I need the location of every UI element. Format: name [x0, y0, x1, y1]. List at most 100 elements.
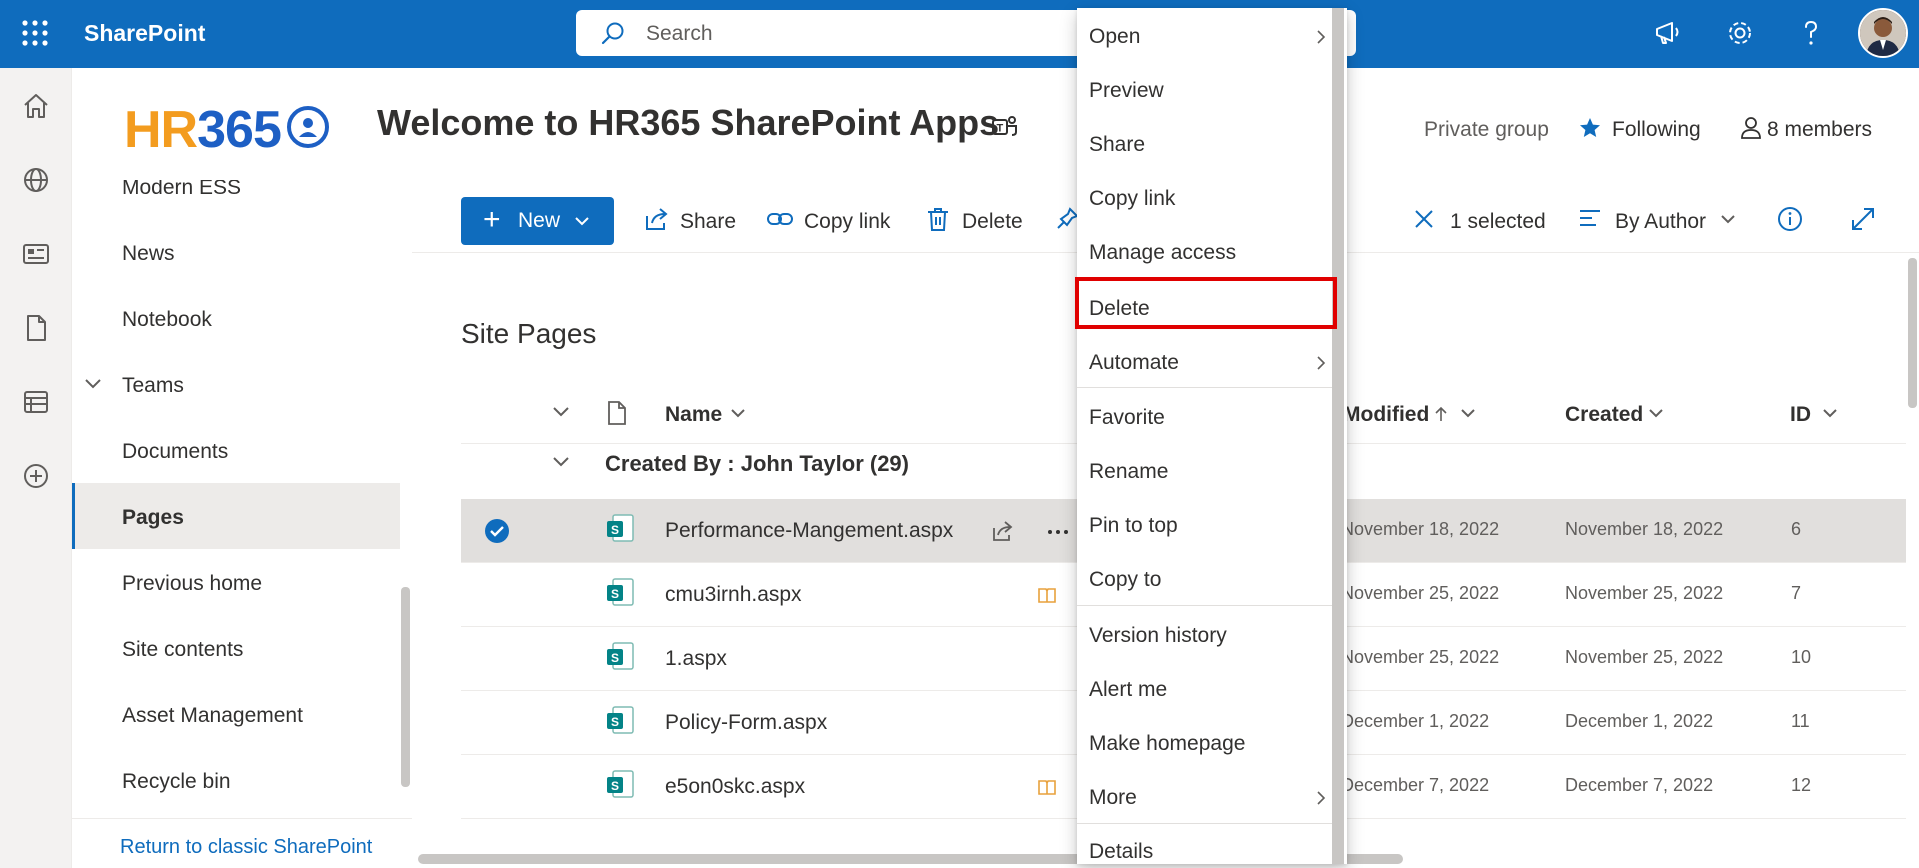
item-id: 6 [1791, 519, 1802, 539]
menu-item-version-history[interactable]: Version history [1089, 624, 1227, 648]
column-header-modified[interactable]: Modified [1343, 403, 1429, 427]
checked-out-book-icon [1038, 780, 1056, 795]
item-id: 12 [1791, 775, 1812, 795]
help-icon[interactable] [1795, 17, 1827, 49]
person-icon [1741, 117, 1761, 139]
file-name[interactable]: cmu3irnh.aspx [665, 583, 802, 607]
close-icon[interactable] [1413, 208, 1435, 230]
menu-item-make-homepage[interactable]: Make homepage [1089, 732, 1245, 756]
nav-item-teams[interactable]: Teams [122, 374, 184, 398]
search-placeholder: Search [646, 22, 713, 45]
menu-item-favorite[interactable]: Favorite [1089, 406, 1165, 430]
svg-text:S: S [611, 779, 619, 793]
svg-text:S: S [611, 715, 619, 729]
following-button[interactable]: Following [1612, 118, 1701, 142]
new-button[interactable]: + New [461, 197, 614, 245]
home-icon[interactable] [20, 90, 52, 122]
globe-icon[interactable] [20, 164, 52, 196]
star-filled-icon[interactable] [1578, 116, 1602, 140]
menu-item-share[interactable]: Share [1089, 133, 1145, 157]
created-date: December 7, 2022 [1565, 775, 1714, 795]
nav-scrollbar[interactable] [401, 587, 410, 787]
info-icon[interactable] [1777, 206, 1803, 232]
checked-out-book-icon [1038, 588, 1056, 603]
file-name[interactable]: e5on0skc.aspx [665, 775, 805, 799]
column-header-name[interactable]: Name [665, 403, 722, 427]
nav-item-asset-management[interactable]: Asset Management [122, 704, 303, 728]
share-button[interactable]: Share [680, 210, 736, 234]
document-icon[interactable] [20, 312, 52, 344]
menu-item-copy-to[interactable]: Copy to [1089, 568, 1161, 592]
share-icon[interactable] [991, 519, 1015, 543]
nav-item-recycle-bin[interactable]: Recycle bin [122, 770, 231, 794]
menu-item-alert-me[interactable]: Alert me [1089, 678, 1167, 702]
file-name[interactable]: Policy-Form.aspx [665, 711, 827, 735]
megaphone-icon[interactable] [1652, 17, 1684, 49]
members-button[interactable]: 8 members [1767, 118, 1872, 142]
column-header-id[interactable]: ID [1790, 403, 1811, 427]
avatar[interactable] [1858, 8, 1908, 58]
menu-item-pin-to-top[interactable]: Pin to top [1089, 514, 1178, 538]
nav-item-documents[interactable]: Documents [122, 440, 228, 464]
file-name[interactable]: 1.aspx [665, 647, 727, 671]
created-date: November 25, 2022 [1565, 583, 1724, 603]
menu-item-details[interactable]: Details [1089, 840, 1153, 864]
vertical-scrollbar[interactable] [1908, 258, 1917, 408]
chevron-right-icon [1317, 30, 1326, 44]
chevron-down-icon[interactable] [1822, 408, 1838, 420]
chevron-down-icon[interactable] [84, 378, 102, 390]
chevron-down-icon[interactable] [552, 456, 570, 468]
column-header-created[interactable]: Created [1565, 403, 1643, 427]
svg-text:S: S [611, 651, 619, 665]
file-type-icon [608, 401, 626, 425]
menu-item-automate[interactable]: Automate [1089, 351, 1179, 375]
view-options-icon [1580, 210, 1600, 226]
nav-item-site-contents[interactable]: Site contents [122, 638, 243, 662]
chevron-down-icon[interactable] [730, 408, 746, 420]
view-selector[interactable]: By Author [1615, 210, 1706, 234]
news-icon[interactable] [20, 238, 52, 270]
nav-item-pages[interactable]: Pages [122, 506, 184, 530]
menu-item-rename[interactable]: Rename [1089, 460, 1168, 484]
app-brand[interactable]: SharePoint [84, 20, 205, 47]
nav-divider [72, 818, 412, 819]
logo-badge-icon [287, 106, 329, 148]
menu-item-preview[interactable]: Preview [1089, 79, 1164, 103]
context-menu-scrollbar[interactable] [1332, 8, 1344, 864]
nav-item-news[interactable]: News [122, 242, 175, 266]
checkmark-circle-icon[interactable] [484, 518, 510, 544]
copy-link-button[interactable]: Copy link [804, 210, 890, 234]
delete-button[interactable]: Delete [962, 210, 1023, 234]
nav-item-modern-ess[interactable]: Modern ESS [122, 180, 241, 200]
gear-icon[interactable] [1724, 17, 1756, 49]
menu-item-copy-link[interactable]: Copy link [1089, 187, 1175, 211]
return-to-classic-link[interactable]: Return to classic SharePoint [120, 836, 372, 859]
expand-icon[interactable] [1850, 206, 1876, 232]
more-actions-icon[interactable] [1047, 529, 1069, 535]
group-header[interactable]: Created By : John Taylor (29) [605, 451, 909, 477]
chevron-right-icon [1317, 356, 1326, 370]
sharepoint-page-icon: S [607, 578, 634, 606]
chevron-down-icon[interactable] [1648, 408, 1664, 420]
nav-item-previous-home[interactable]: Previous home [122, 572, 262, 596]
file-name[interactable]: Performance-Mangement.aspx [665, 519, 953, 543]
chevron-down-icon[interactable] [1460, 408, 1476, 420]
teams-icon[interactable]: T [990, 112, 1018, 140]
lists-icon[interactable] [20, 386, 52, 418]
menu-divider [1077, 387, 1332, 388]
menu-item-open[interactable]: Open [1089, 25, 1140, 49]
menu-item-more[interactable]: More [1089, 786, 1137, 810]
app-launcher-icon[interactable] [20, 18, 50, 48]
site-logo[interactable]: HR365 [124, 100, 282, 160]
nav-item-notebook[interactable]: Notebook [122, 308, 212, 332]
modified-date: December 1, 2022 [1341, 711, 1490, 731]
menu-item-manage-access[interactable]: Manage access [1089, 241, 1236, 265]
library-title: Site Pages [461, 318, 597, 349]
suite-bar: SharePoint Search [0, 0, 1919, 68]
sort-ascending-icon [1435, 406, 1447, 421]
create-icon[interactable] [20, 460, 52, 492]
chevron-down-icon[interactable] [552, 406, 570, 418]
search-icon [601, 22, 624, 45]
chevron-down-icon[interactable] [1720, 214, 1736, 226]
item-id: 11 [1791, 711, 1810, 731]
